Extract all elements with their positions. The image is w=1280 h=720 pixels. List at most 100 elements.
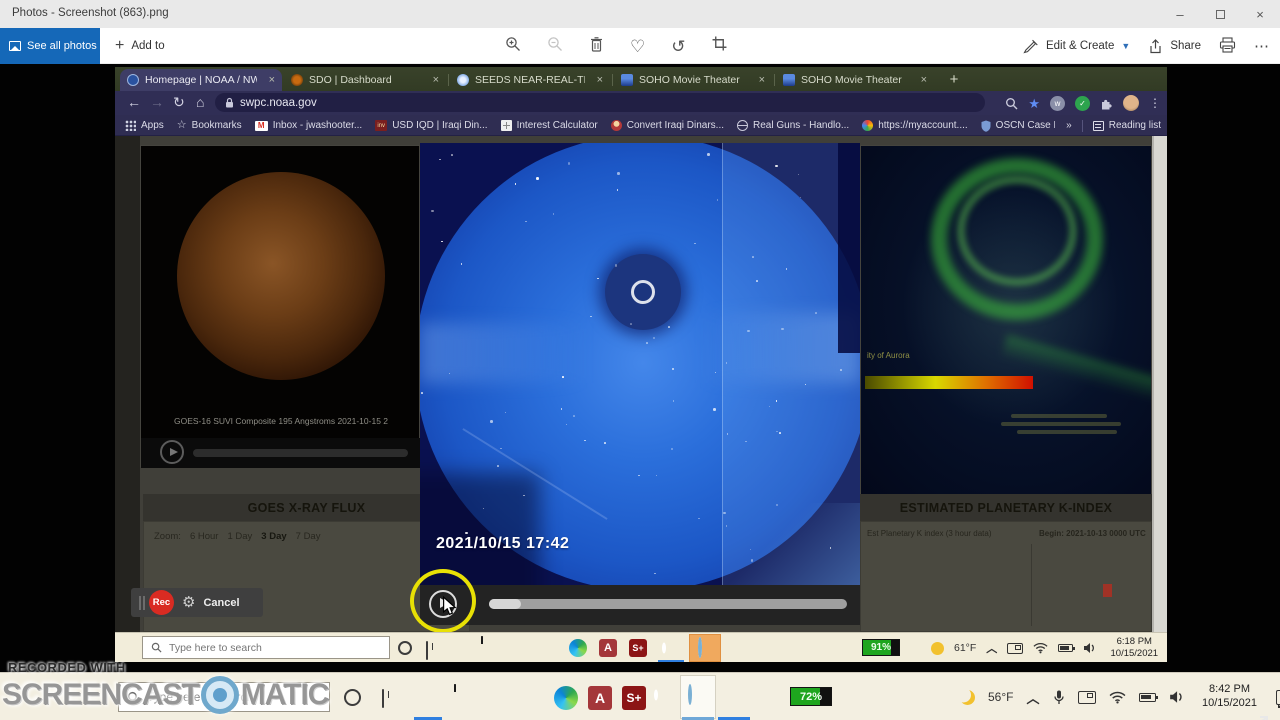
record-button[interactable]: Rec [149,590,174,615]
bookmark-bookmarks[interactable]: ☆ Bookmarks [177,120,242,132]
weather-sun-icon[interactable] [931,641,944,655]
aurora-map-panel[interactable]: ity of Aurora [860,145,1152,495]
delete-icon[interactable] [589,36,604,57]
xray-zoom-7day[interactable]: 7 Day [296,531,321,542]
favorite-icon[interactable]: ♡ [630,38,645,55]
speaker-icon[interactable] [1169,690,1184,704]
drag-handle-icon[interactable] [139,595,141,610]
bookmark-oscn[interactable]: OSCN Case Details [981,120,1055,132]
reload-icon[interactable]: ↻ [173,94,185,111]
outer-temperature[interactable]: 56°F [988,690,1013,704]
outer-clock[interactable]: 8:42 PM 10/15/2021 [1197,683,1263,711]
video-timestamp: 2021/10/15 17:42 [436,535,570,552]
close-button[interactable]: × [1240,0,1280,28]
access-icon[interactable]: A [599,639,617,657]
display-icon[interactable] [1077,690,1096,704]
bookmark-myaccount[interactable]: https://myaccount.... [862,120,968,131]
inner-clock[interactable]: 6:18 PM 10/15/2021 [1106,636,1162,660]
search-icon[interactable] [1005,97,1018,110]
bookmark-interest-calculator[interactable]: Interest Calculator [500,120,598,131]
wifi-icon[interactable] [1033,642,1048,654]
tab-soho-movie-2[interactable]: SOHO Movie Theater × [776,69,934,91]
tab-close-icon[interactable]: × [915,74,927,86]
video-progress-thumb[interactable] [489,599,522,609]
resize-diagonal-icon[interactable] [1246,714,1270,720]
forward-icon[interactable]: → [150,94,164,111]
back-icon[interactable]: ← [127,94,141,111]
access-icon[interactable]: A [588,686,612,710]
tab-noaa-homepage[interactable]: Homepage | NOAA / NWS Spac × [120,69,282,91]
xray-zoom-1day[interactable]: 1 Day [227,531,252,542]
bookmark-apps[interactable]: Apps [125,120,164,131]
schwab-icon[interactable]: S+ [629,639,647,657]
inner-temperature[interactable]: 61°F [954,642,976,654]
screencast-o-matic-icon[interactable] [688,684,692,705]
xray-zoom-6hour[interactable]: 6 Hour [190,531,219,542]
battery-icon[interactable] [1138,692,1158,702]
edge-icon[interactable] [554,686,578,710]
battery-icon[interactable] [1058,644,1076,652]
see-all-photos-button[interactable]: See all photos [0,28,100,64]
address-bar[interactable]: swpc.noaa.gov [215,93,985,112]
action-center-icon[interactable] [1275,689,1280,708]
wifi-icon[interactable] [1109,691,1126,704]
minimize-button[interactable]: – [1160,0,1200,28]
new-tab-button[interactable]: + [945,70,963,88]
tab-sdo-dashboard[interactable]: SDO | Dashboard × [284,69,446,91]
tab-seeds[interactable]: SEEDS NEAR-REAL-TIME AND B × [450,69,610,91]
task-view-icon[interactable] [426,641,428,660]
extension-icon[interactable]: w [1050,95,1065,111]
reading-list-button[interactable]: Reading list [1092,120,1161,131]
microphone-icon[interactable] [1053,689,1065,706]
more-button[interactable]: ⋯ [1254,37,1270,55]
bookmark-real-guns[interactable]: Real Guns - Handlo... [737,120,849,131]
recorder-cancel-button[interactable]: Cancel [203,597,239,609]
bookmark-usd-iqd[interactable]: inv USD IQD | Iraqi Din... [375,120,488,131]
edit-create-button[interactable]: Edit & Create ▼ [1023,39,1130,54]
weather-moon-icon[interactable] [960,690,975,705]
inner-search-box[interactable] [142,636,390,659]
suvi-progress-bar[interactable] [193,449,408,457]
rotate-icon[interactable]: ↺ [671,38,685,55]
tray-chevron-icon[interactable]: ︿ [1026,688,1039,707]
crop-icon[interactable] [712,36,727,56]
bookmark-star-icon[interactable]: ★ [1028,97,1040,110]
bookmark-convert-dinars[interactable]: Convert Iraqi Dinars... [610,120,724,131]
xray-zoom-3day[interactable]: 3 Day [261,531,286,542]
task-view-icon[interactable] [382,689,384,708]
inner-search-input[interactable] [169,641,360,654]
extension-check-icon[interactable]: ✓ [1075,95,1090,111]
suvi-caption: GOES-16 SUVI Composite 195 Angstroms 202… [173,416,389,426]
page-scrollbar[interactable] [1152,136,1167,632]
browser-menu-icon[interactable]: ⋮ [1149,96,1161,110]
print-button[interactable] [1219,36,1236,56]
suvi-video-panel[interactable]: GOES-16 SUVI Composite 195 Angstroms 202… [140,145,421,468]
tab-soho-movie-1[interactable]: SOHO Movie Theater × [614,69,772,91]
tab-close-icon[interactable]: × [263,74,275,86]
edge-icon[interactable] [569,639,587,657]
schwab-icon[interactable]: S+ [622,686,646,710]
profile-avatar[interactable] [1123,95,1139,111]
tab-close-icon[interactable]: × [753,74,765,86]
suvi-play-button[interactable] [160,440,184,464]
home-icon[interactable]: ⌂ [196,94,204,111]
tray-chevron-icon[interactable]: ︿ [986,640,997,656]
zoom-out-icon[interactable] [547,36,563,57]
screencast-o-matic-icon[interactable] [698,637,702,658]
gear-icon[interactable]: ⚙ [182,595,195,610]
coronagraph-image[interactable]: 2021/10/15 17:42 [420,143,860,585]
extensions-puzzle-icon[interactable] [1100,97,1113,110]
add-to-button[interactable]: + Add to [115,28,165,64]
display-icon[interactable] [1007,642,1024,654]
maximize-button[interactable] [1200,0,1240,28]
share-button[interactable]: Share [1148,38,1201,54]
cortana-icon[interactable] [398,641,412,655]
tab-close-icon[interactable]: × [591,74,603,86]
speaker-icon[interactable] [1083,642,1096,654]
cortana-icon[interactable] [344,689,361,706]
bookmarks-overflow-chevron[interactable]: » [1066,120,1072,131]
zoom-in-icon[interactable] [505,36,521,57]
tab-close-icon[interactable]: × [427,74,439,86]
video-progress-bar[interactable] [489,599,847,609]
bookmark-inbox[interactable]: M Inbox - jwashooter... [254,120,362,131]
